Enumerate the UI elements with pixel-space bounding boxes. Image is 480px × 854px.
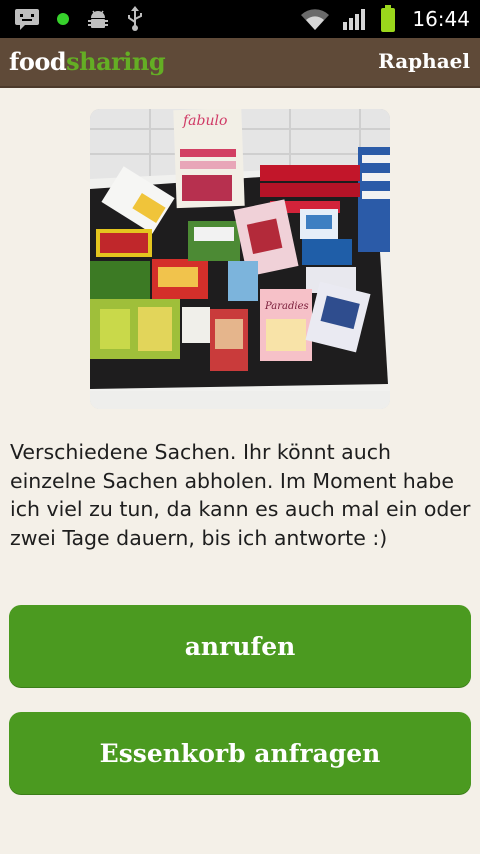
food-photo-illustration: fabulo Paradies xyxy=(90,109,390,409)
wifi-icon xyxy=(301,9,330,30)
notification-dot-icon xyxy=(57,13,69,25)
call-button[interactable]: anrufen xyxy=(9,605,471,687)
svg-text:Paradies: Paradies xyxy=(264,301,309,312)
usb-icon xyxy=(128,6,142,31)
message-icon xyxy=(15,9,39,30)
request-basket-button[interactable]: Essenkorb anfragen xyxy=(9,712,471,794)
svg-text:fabulo: fabulo xyxy=(182,113,227,129)
food-basket-photo: fabulo Paradies xyxy=(90,109,390,409)
user-name[interactable]: Raphael xyxy=(378,49,470,73)
app-header: foodsharing Raphael xyxy=(0,38,480,88)
status-bar: 16:44 xyxy=(0,0,480,38)
battery-icon xyxy=(381,5,396,32)
basket-description: Verschiedene Sachen. Ihr könnt auch einz… xyxy=(10,440,471,550)
signal-icon xyxy=(343,9,366,30)
foodsharing-logo[interactable]: foodsharing xyxy=(9,47,166,76)
logo-text-sharing: sharing xyxy=(66,47,166,76)
android-debug-icon xyxy=(88,10,108,28)
logo-text-food: food xyxy=(9,47,67,76)
clock: 16:44 xyxy=(412,7,470,31)
